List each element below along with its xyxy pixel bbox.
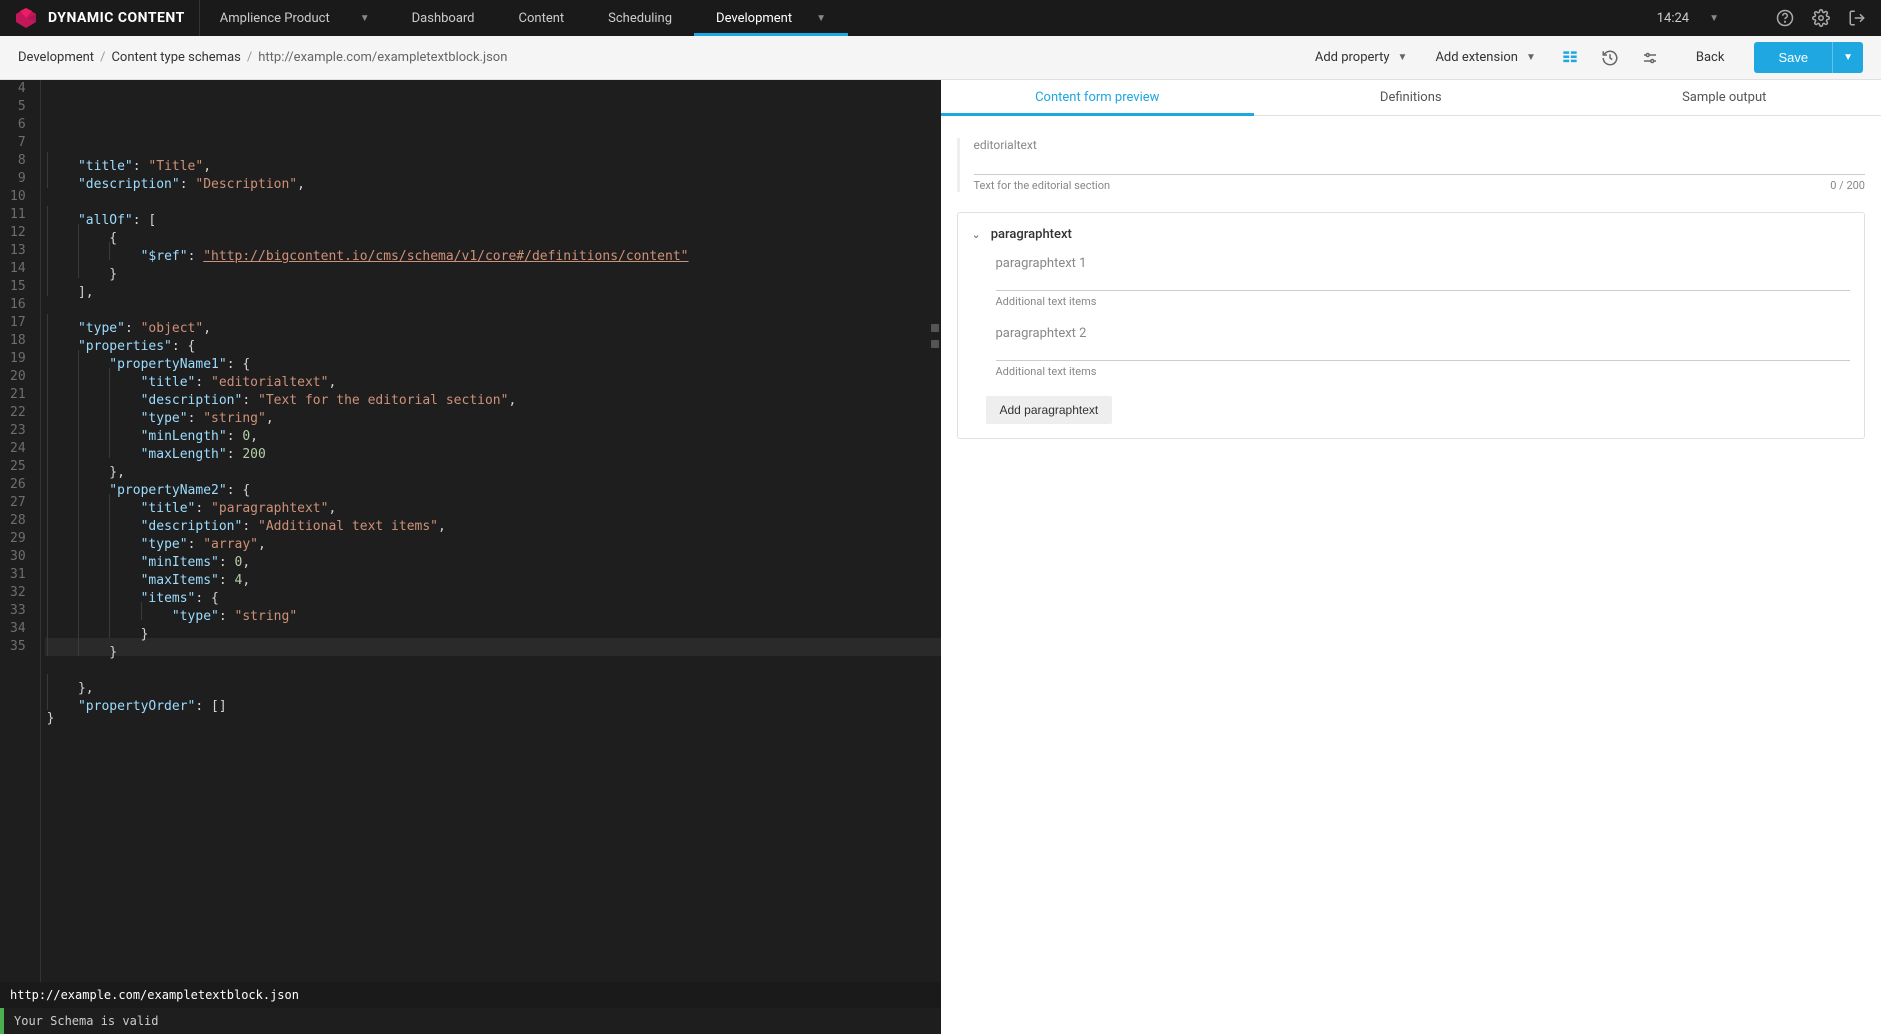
- form-preview-area: editorialtext Text for the editorial sec…: [941, 116, 1881, 461]
- section-toggle[interactable]: ⌄ paragraphtext: [972, 227, 1851, 242]
- scroll-marker: [931, 324, 939, 332]
- breadcrumb-schemas[interactable]: Content type schemas: [111, 50, 240, 65]
- editorialtext-field: editorialtext Text for the editorial sec…: [957, 138, 1866, 192]
- settings-sliders-icon[interactable]: [1636, 44, 1664, 72]
- nav-content[interactable]: Content: [497, 0, 587, 36]
- save-group: Save ▼: [1754, 42, 1863, 73]
- validation-message: Your Schema is valid: [14, 1014, 159, 1028]
- editor-pane: 4567891011121314151617181920212223242526…: [0, 80, 941, 1034]
- array-item-desc: Additional text items: [996, 295, 1851, 308]
- validation-bar: Your Schema is valid: [0, 1008, 941, 1034]
- section-title: paragraphtext: [991, 227, 1072, 242]
- scroll-marker: [931, 340, 939, 348]
- help-icon[interactable]: [1775, 8, 1795, 28]
- main-split: 4567891011121314151617181920212223242526…: [0, 80, 1881, 1034]
- brand-area: DYNAMIC CONTENT: [0, 0, 200, 36]
- app-header: DYNAMIC CONTENT Amplience Product ▼ Dash…: [0, 0, 1881, 36]
- nav-dashboard[interactable]: Dashboard: [390, 0, 497, 36]
- nav-scheduling[interactable]: Scheduling: [586, 0, 694, 36]
- main-nav: Dashboard Content Scheduling Development…: [390, 0, 848, 36]
- tab-definitions[interactable]: Definitions: [1254, 80, 1568, 115]
- breadcrumb-sep: /: [247, 50, 252, 65]
- chevron-down-icon: ▼: [1398, 52, 1408, 63]
- chevron-down-icon: ▼: [816, 13, 826, 24]
- field-label: editorialtext: [974, 138, 1866, 152]
- chevron-down-icon: ⌄: [972, 228, 981, 241]
- paragraphtext-2-input[interactable]: [996, 343, 1851, 361]
- header-right: 14:24 ▼: [1657, 0, 1881, 36]
- code-editor[interactable]: 4567891011121314151617181920212223242526…: [0, 80, 941, 982]
- add-paragraphtext-button[interactable]: Add paragraphtext: [986, 396, 1113, 424]
- nav-development[interactable]: Development ▼: [694, 0, 848, 36]
- array-item-desc: Additional text items: [996, 365, 1851, 378]
- preview-tabs: Content form preview Definitions Sample …: [941, 80, 1881, 116]
- logo-icon: [14, 6, 38, 30]
- split-view-icon[interactable]: [1556, 44, 1584, 72]
- save-button[interactable]: Save: [1754, 42, 1832, 73]
- preview-pane: Content form preview Definitions Sample …: [941, 80, 1881, 1034]
- breadcrumb-sep: /: [100, 50, 105, 65]
- field-description: Text for the editorial section: [974, 179, 1111, 192]
- line-gutter: 4567891011121314151617181920212223242526…: [0, 80, 41, 982]
- array-item-2: paragraphtext 2 Additional text items: [996, 326, 1851, 378]
- brand-text: DYNAMIC CONTENT: [48, 10, 185, 26]
- breadcrumb: Development / Content type schemas / htt…: [18, 50, 507, 65]
- tab-content-form-preview[interactable]: Content form preview: [941, 80, 1255, 115]
- paragraphtext-section: ⌄ paragraphtext paragraphtext 1 Addition…: [957, 212, 1866, 439]
- time-display[interactable]: 14:24 ▼: [1657, 11, 1719, 26]
- history-icon[interactable]: [1596, 44, 1624, 72]
- chevron-down-icon: ▼: [1709, 13, 1719, 24]
- back-button[interactable]: Back: [1674, 50, 1747, 65]
- breadcrumb-development[interactable]: Development: [18, 50, 94, 65]
- array-item-1: paragraphtext 1 Additional text items: [996, 256, 1851, 308]
- save-more-button[interactable]: ▼: [1832, 42, 1863, 73]
- add-extension-button[interactable]: Add extension ▼: [1425, 44, 1545, 71]
- toolbar-right: Add property ▼ Add extension ▼ Back Save…: [1305, 42, 1863, 73]
- tab-sample-output[interactable]: Sample output: [1568, 80, 1881, 115]
- chevron-down-icon: ▼: [1526, 52, 1536, 63]
- array-item-label: paragraphtext 2: [996, 326, 1851, 341]
- field-counter: 0 / 200: [1830, 179, 1865, 192]
- code-content[interactable]: "title": "Title", "description": "Descri…: [41, 80, 941, 982]
- paragraphtext-1-input[interactable]: [996, 273, 1851, 291]
- path-bar: http://example.com/exampletextblock.json: [0, 982, 941, 1008]
- toolbar: Development / Content type schemas / htt…: [0, 36, 1881, 80]
- breadcrumb-current: http://example.com/exampletextblock.json: [258, 50, 507, 65]
- product-label: Amplience Product: [220, 11, 330, 26]
- logout-icon[interactable]: [1847, 8, 1867, 28]
- gear-icon[interactable]: [1811, 8, 1831, 28]
- chevron-down-icon: ▼: [360, 13, 370, 24]
- array-item-label: paragraphtext 1: [996, 256, 1851, 271]
- editorialtext-input[interactable]: [974, 155, 1866, 175]
- chevron-down-icon: ▼: [1843, 52, 1853, 63]
- add-property-button[interactable]: Add property ▼: [1305, 44, 1418, 71]
- product-selector[interactable]: Amplience Product ▼: [200, 0, 390, 36]
